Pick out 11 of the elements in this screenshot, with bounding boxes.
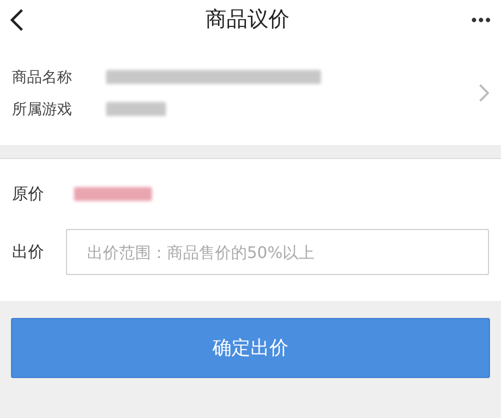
page-title: 商品议价 [206, 6, 290, 34]
offer-label: 出价 [12, 241, 44, 263]
chevron-right-icon [479, 84, 489, 102]
back-icon[interactable] [10, 8, 24, 32]
product-row[interactable]: 商品名称 所属游戏 [0, 40, 501, 145]
price-label: 原价 [12, 183, 44, 205]
more-icon[interactable] [471, 17, 491, 23]
blurred-value [106, 102, 166, 116]
product-field-label: 所属游戏 [12, 98, 72, 120]
offer-input[interactable]: 出价范围：商品售价的50%以上 [66, 229, 489, 275]
product-field-label: 商品名称 [12, 66, 72, 88]
